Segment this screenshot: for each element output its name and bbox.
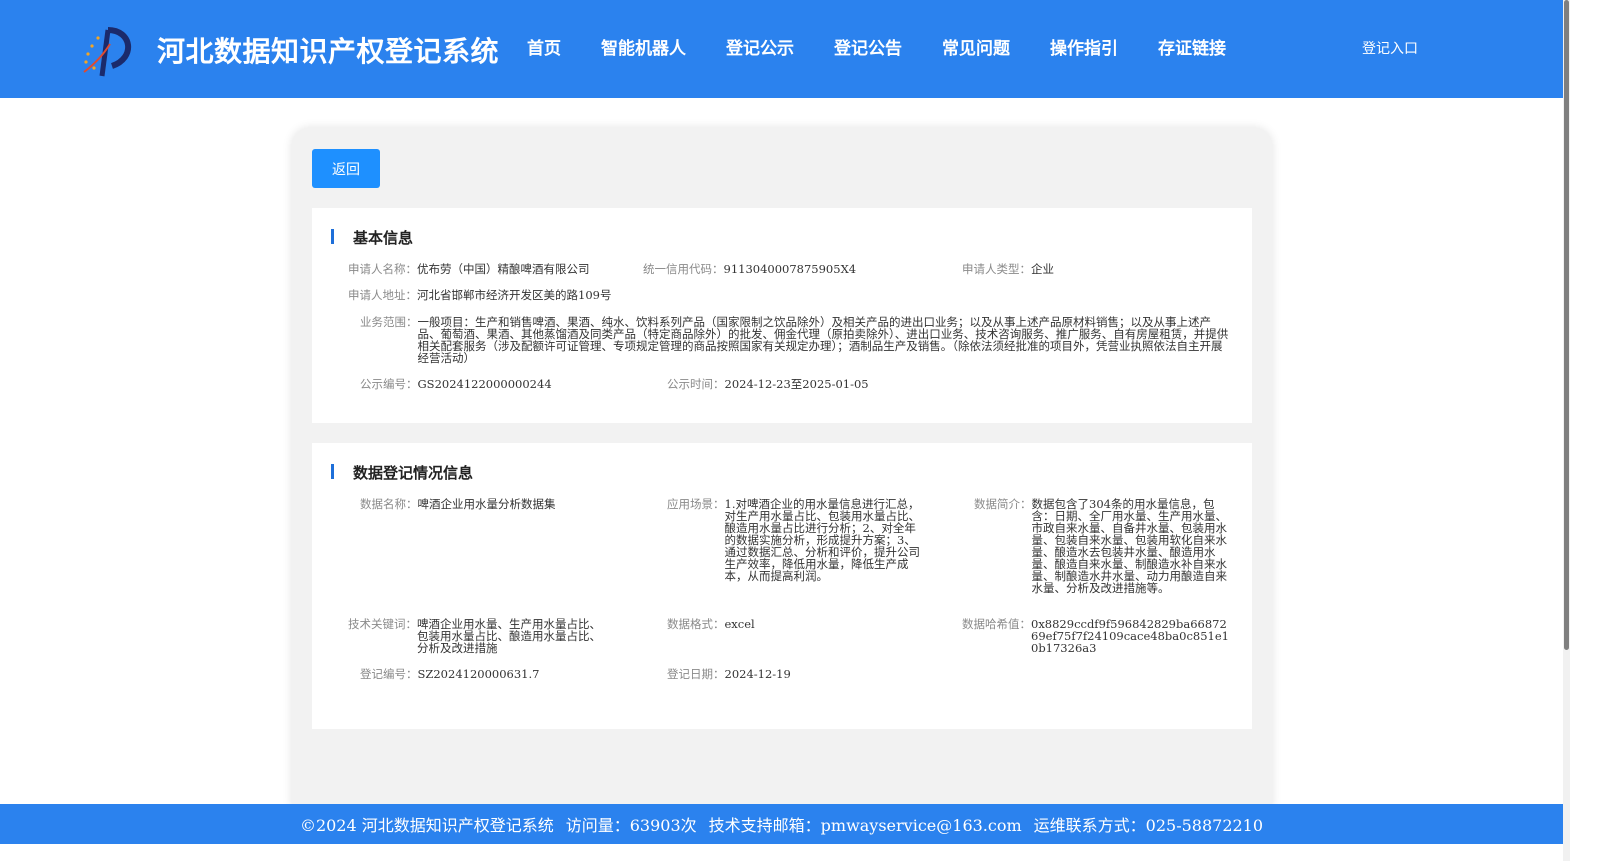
nav-announcement[interactable]: 登记公告: [834, 34, 902, 59]
credit-code: 9113040007875905X4: [723, 262, 857, 276]
notice-no: GS2024122000000244: [417, 377, 552, 391]
field-label: 申请人地址：: [348, 288, 417, 302]
field-label: 公示编号：: [360, 377, 418, 391]
section-title: 数据登记情况信息: [331, 462, 473, 483]
data-intro-field: 数据简介： 数据包含了304条的用水量信息，包含：日期、全厂用水量、生产用水量、…: [974, 498, 1232, 594]
scrollbar[interactable]: [1563, 0, 1570, 861]
field-label: 技术关键词：: [348, 617, 417, 631]
field-label: 数据哈希值：: [962, 617, 1031, 631]
nav-public-notice[interactable]: 登记公示: [726, 34, 794, 59]
field-label: 申请人类型：: [962, 262, 1031, 276]
application-scene-field: 应用场景： 1.对啤酒企业的用水量信息进行汇总，对生产用水量占比、包装用水量占比…: [667, 498, 925, 582]
notice-no-field: 公示编号： GS2024122000000244: [360, 378, 552, 390]
detail-card: 返回 基本信息 申请人名称： 优布劳（中国）精酿啤酒有限公司 统一信用代码： 9…: [292, 128, 1272, 818]
notice-time: 2024-12-23至2025-01-05: [724, 377, 869, 391]
address: 河北省邯郸市经济开发区美的路109号: [417, 288, 612, 302]
credit-code-field: 统一信用代码： 9113040007875905X4: [643, 263, 856, 275]
applicant-type-field: 申请人类型： 企业: [962, 263, 1054, 275]
data-hash: 0x8829ccdf9f596842829ba6687269ef75f7f241…: [1031, 617, 1229, 655]
login-link[interactable]: 登记入口: [1362, 38, 1418, 58]
applicant-name: 优布劳（中国）精酿啤酒有限公司: [417, 262, 590, 276]
field-label: 业务范围：: [360, 315, 418, 329]
field-label: 应用场景：: [667, 497, 725, 511]
scrollbar-thumb[interactable]: [1564, 0, 1569, 650]
nav-home[interactable]: 首页: [527, 34, 561, 59]
reg-date-field: 登记日期： 2024-12-19: [667, 668, 791, 680]
basic-info-section: 基本信息 申请人名称： 优布劳（中国）精酿啤酒有限公司 统一信用代码： 9113…: [312, 208, 1252, 423]
nav-robot[interactable]: 智能机器人: [601, 34, 686, 59]
data-name: 啤酒企业用水量分析数据集: [417, 497, 556, 511]
data-hash-field: 数据哈希值： 0x8829ccdf9f596842829ba6687269ef7…: [962, 618, 1232, 654]
page: 河北数据知识产权登记系统 首页 智能机器人 登记公示 登记公告 常见问题 操作指…: [0, 0, 1600, 861]
footer-visits: 访问量：63903次: [565, 816, 697, 835]
field-label: 数据名称：: [360, 497, 418, 511]
site-title: 河北数据知识产权登记系统: [157, 35, 500, 68]
field-label: 公示时间：: [667, 377, 725, 391]
reg-date: 2024-12-19: [724, 667, 791, 681]
footer-email: 技术支持邮箱：pmwayservice@163.com: [708, 816, 1022, 835]
application-scene: 1.对啤酒企业的用水量信息进行汇总，对生产用水量占比、包装用水量占比、酿造用水量…: [724, 497, 921, 583]
field-label: 登记日期：: [667, 667, 725, 681]
logo-icon: [83, 27, 132, 77]
footer-copyright: ©2024 河北数据知识产权登记系统: [299, 816, 554, 835]
data-format-field: 数据格式： excel: [667, 618, 755, 630]
field-label: 数据简介：: [974, 497, 1032, 511]
data-name-field: 数据名称： 啤酒企业用水量分析数据集: [360, 498, 660, 510]
address-field: 申请人地址： 河北省邯郸市经济开发区美的路109号: [348, 289, 611, 301]
main-nav: 首页 智能机器人 登记公示 登记公告 常见问题 操作指引 存证链接: [527, 34, 1266, 59]
field-label: 数据格式：: [667, 617, 725, 631]
tech-keywords: 啤酒企业用水量、生产用水量占比、包装用水量占比、酿造用水量占比、分析及改进措施: [417, 617, 601, 655]
field-label: 登记编号：: [360, 667, 418, 681]
header: 河北数据知识产权登记系统 首页 智能机器人 登记公示 登记公告 常见问题 操作指…: [0, 0, 1563, 98]
field-label: 统一信用代码：: [643, 262, 724, 276]
field-label: 申请人名称：: [348, 262, 417, 276]
keywords-field: 技术关键词： 啤酒企业用水量、生产用水量占比、包装用水量占比、酿造用水量占比、分…: [348, 618, 610, 654]
reg-no-field: 登记编号： SZ2024120000631.7: [360, 668, 539, 680]
business-scope-field: 业务范围： 一般项目：生产和销售啤酒、果酒、纯水、饮料系列产品（国家限制之饮品除…: [360, 316, 1232, 364]
footer: ©2024 河北数据知识产权登记系统 访问量：63903次 技术支持邮箱：pmw…: [0, 804, 1563, 844]
back-button[interactable]: 返回: [312, 149, 380, 188]
notice-time-field: 公示时间： 2024-12-23至2025-01-05: [667, 378, 869, 390]
nav-evidence-link[interactable]: 存证链接: [1158, 34, 1226, 59]
reg-no: SZ2024120000631.7: [417, 667, 540, 681]
data-registration-section: 数据登记情况信息 数据名称： 啤酒企业用水量分析数据集 应用场景： 1.对啤酒企…: [312, 443, 1252, 729]
applicant-name-field: 申请人名称： 优布劳（中国）精酿啤酒有限公司: [348, 263, 590, 275]
data-format: excel: [724, 617, 755, 631]
applicant-type: 企业: [1031, 262, 1054, 276]
nav-guide[interactable]: 操作指引: [1050, 34, 1118, 59]
data-intro: 数据包含了304条的用水量信息，包含：日期、全厂用水量、生产用水量、市政自来水量…: [1031, 497, 1228, 595]
section-title: 基本信息: [331, 227, 413, 248]
nav-faq[interactable]: 常见问题: [942, 34, 1010, 59]
footer-phone: 运维联系方式：025-58872210: [1033, 816, 1264, 835]
business-scope: 一般项目：生产和销售啤酒、果酒、纯水、饮料系列产品（国家限制之饮品除外）及相关产…: [417, 315, 1229, 365]
